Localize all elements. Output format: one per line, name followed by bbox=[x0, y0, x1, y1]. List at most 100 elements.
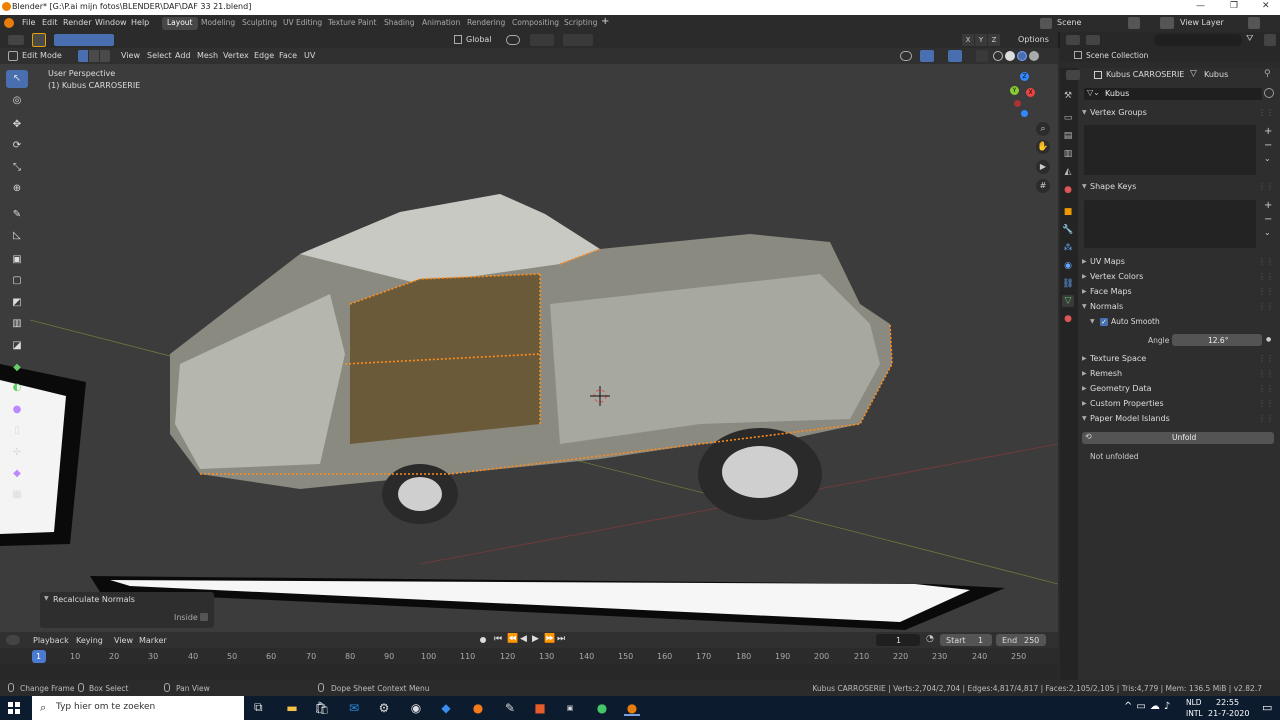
settings-gear-icon[interactable]: ⚙ bbox=[376, 700, 392, 716]
scale-tool[interactable]: ⤡ bbox=[6, 159, 28, 177]
tab-animation[interactable]: Animation bbox=[417, 17, 465, 30]
inside-checkbox[interactable] bbox=[200, 613, 208, 621]
smooth-tool[interactable]: ● bbox=[6, 401, 28, 419]
orientation-dropdown[interactable]: Global bbox=[466, 35, 492, 44]
mail-icon[interactable]: ✉ bbox=[346, 700, 362, 716]
auto-smooth-label[interactable]: Auto Smooth bbox=[1111, 317, 1160, 326]
modifier-tab-icon[interactable]: 🔧 bbox=[1062, 224, 1074, 236]
play-reverse-icon[interactable]: ◀ bbox=[520, 634, 527, 644]
record-icon[interactable] bbox=[480, 637, 486, 643]
new-scene-icon[interactable] bbox=[1128, 17, 1140, 29]
store-icon[interactable]: 🛍 bbox=[314, 700, 330, 716]
taskbar-layout[interactable]: INTL bbox=[1186, 709, 1203, 718]
close-icon[interactable]: ✕ bbox=[1262, 1, 1270, 11]
physics-tab-icon[interactable]: ◉ bbox=[1062, 260, 1074, 272]
menu-view[interactable]: View bbox=[121, 51, 140, 60]
sim-icon[interactable]: ▣ bbox=[562, 700, 578, 716]
pan-hand-icon[interactable]: ✋ bbox=[1036, 140, 1050, 154]
pin-icon[interactable]: ⚲ bbox=[1264, 69, 1271, 79]
view-layer-icon[interactable] bbox=[1160, 17, 1174, 29]
menu-window[interactable]: Window bbox=[95, 18, 127, 27]
mesh-data-tab-icon[interactable]: ▽ bbox=[1062, 295, 1074, 307]
gizmo-toggle-icon[interactable] bbox=[920, 50, 934, 62]
vertex-select-icon[interactable] bbox=[78, 50, 88, 62]
proportional-icon[interactable] bbox=[563, 34, 593, 46]
taskbar-search-box[interactable]: ⌕ Typ hier om te zoeken bbox=[32, 696, 244, 720]
mirror-x-button[interactable]: X bbox=[962, 34, 974, 46]
new-view-layer-icon[interactable] bbox=[1248, 17, 1260, 29]
timeline-keys-area[interactable] bbox=[0, 664, 1058, 680]
taskbar-lang[interactable]: NLD bbox=[1186, 698, 1202, 707]
outliner-new-collection-icon[interactable] bbox=[1264, 34, 1276, 46]
vertex-group-remove-icon[interactable]: − bbox=[1264, 140, 1272, 151]
menu-face[interactable]: Face bbox=[279, 51, 297, 60]
camera-view-icon[interactable]: ▶ bbox=[1036, 160, 1050, 174]
overlay-toggle-icon[interactable] bbox=[948, 50, 962, 62]
menu-add[interactable]: Add bbox=[175, 51, 191, 60]
wireframe-shading-icon[interactable] bbox=[993, 51, 1003, 61]
tab-uv-editing[interactable]: UV Editing bbox=[278, 17, 327, 30]
gizmo-y-icon[interactable]: Y bbox=[1010, 86, 1019, 95]
blender-menu-icon[interactable] bbox=[4, 18, 14, 28]
scene-icon[interactable] bbox=[1040, 18, 1052, 29]
annotate-tool[interactable]: ✎ bbox=[6, 206, 28, 224]
redo-panel-title[interactable]: Recalculate Normals bbox=[53, 595, 135, 604]
render-tab-icon[interactable]: ▭ bbox=[1062, 112, 1074, 124]
constraint-tab-icon[interactable]: ⛓ bbox=[1062, 278, 1074, 290]
pivot-icon[interactable] bbox=[506, 35, 520, 45]
taskbar-clock-date[interactable]: 21-7-2020 bbox=[1208, 709, 1249, 718]
face-maps-header[interactable]: ▶ Face Maps ⋮⋮ bbox=[1082, 287, 1276, 301]
shear-tool[interactable]: ◆ bbox=[6, 465, 28, 483]
xray-icon[interactable] bbox=[976, 50, 988, 62]
preview-range-icon[interactable]: ◔ bbox=[926, 634, 934, 644]
outliner-search-input[interactable] bbox=[1154, 34, 1242, 46]
loop-cut-tool[interactable]: ▥ bbox=[6, 315, 28, 333]
menu-render[interactable]: Render bbox=[63, 18, 91, 27]
play-icon[interactable]: ▶ bbox=[532, 634, 539, 644]
vertex-groups-list[interactable] bbox=[1084, 125, 1256, 175]
tool-tab-icon[interactable]: ⚒ bbox=[1062, 90, 1074, 102]
outliner-display-icon[interactable] bbox=[1086, 35, 1100, 45]
editor-type-icon[interactable] bbox=[8, 35, 24, 45]
transform-tool[interactable]: ⊕ bbox=[6, 180, 28, 198]
mirror-y-button[interactable]: Y bbox=[975, 34, 987, 46]
tab-rendering[interactable]: Rendering bbox=[462, 17, 510, 30]
marker-menu[interactable]: Marker bbox=[139, 636, 167, 645]
paper-model-header[interactable]: ▼ Paper Model Islands ⋮⋮ bbox=[1082, 414, 1276, 428]
vertex-groups-header[interactable]: ▼ Vertex Groups ⋮⋮ bbox=[1082, 108, 1276, 122]
poly-build-tool[interactable]: ◆ bbox=[6, 359, 28, 377]
view-layer-tab-icon[interactable]: ▥ bbox=[1062, 148, 1074, 160]
inset-tool[interactable]: ▢ bbox=[6, 272, 28, 290]
shape-keys-header[interactable]: ▼ Shape Keys ⋮⋮ bbox=[1082, 182, 1276, 196]
normals-header[interactable]: ▼ Normals ⋮⋮ bbox=[1082, 302, 1276, 316]
gizmo-neg-z-icon[interactable] bbox=[1021, 110, 1028, 117]
keying-menu[interactable]: Keying bbox=[76, 636, 103, 645]
firefox-icon[interactable]: ● bbox=[470, 700, 486, 716]
shape-keys-list[interactable] bbox=[1084, 200, 1256, 248]
texture-space-header[interactable]: ▶ Texture Space ⋮⋮ bbox=[1082, 354, 1276, 368]
view-layer-name[interactable]: View Layer bbox=[1180, 18, 1224, 27]
menu-uv[interactable]: UV bbox=[304, 51, 315, 60]
menu-edit[interactable]: Edit bbox=[42, 18, 58, 27]
shrink-tool[interactable]: ✣ bbox=[6, 444, 28, 462]
blender-taskbar-icon[interactable]: ● bbox=[624, 700, 640, 716]
vertex-group-add-icon[interactable]: + bbox=[1264, 126, 1272, 137]
move-tool[interactable]: ✥ bbox=[6, 116, 28, 134]
shape-key-menu-icon[interactable]: ⌄ bbox=[1264, 228, 1271, 237]
timeline-editor-icon[interactable] bbox=[6, 635, 20, 645]
world-tab-icon[interactable]: ● bbox=[1062, 184, 1074, 196]
windows-start-icon[interactable] bbox=[8, 702, 20, 714]
tab-modeling[interactable]: Modeling bbox=[196, 17, 240, 30]
scene-tab-icon[interactable]: ◭ bbox=[1062, 166, 1074, 178]
select-box-tool[interactable]: ↖ bbox=[6, 70, 28, 88]
face-select-icon[interactable] bbox=[100, 50, 110, 62]
material-shading-icon[interactable] bbox=[1017, 51, 1027, 61]
snap-icon[interactable] bbox=[530, 34, 554, 46]
shape-key-remove-icon[interactable]: − bbox=[1264, 214, 1272, 225]
visibility-icon[interactable] bbox=[900, 51, 912, 61]
outliner-scene-collection[interactable]: Scene Collection bbox=[1086, 51, 1148, 60]
auto-smooth-checkbox[interactable]: ✓ bbox=[1100, 318, 1108, 326]
tab-sculpting[interactable]: Sculpting bbox=[237, 17, 282, 30]
select-mode-icons[interactable] bbox=[54, 34, 114, 46]
minimize-icon[interactable]: — bbox=[1196, 1, 1205, 11]
